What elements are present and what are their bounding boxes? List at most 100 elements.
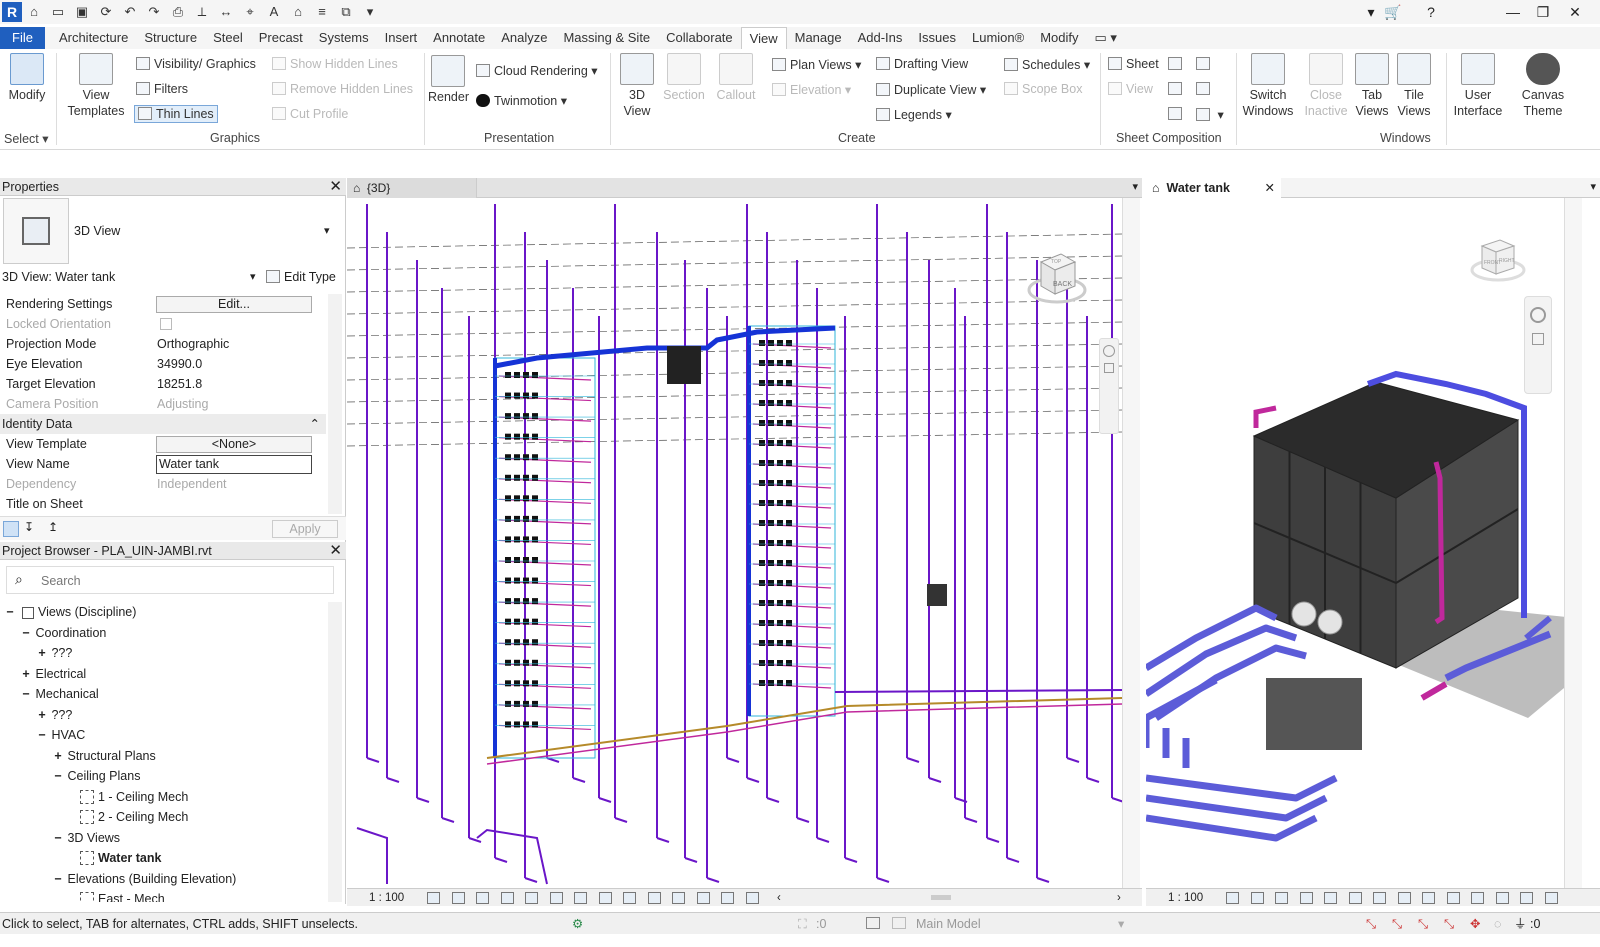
property-value[interactable]: 18251.8 [157,374,202,394]
identity-data-group[interactable]: Identity Data ⌃ [0,414,326,434]
callout-button[interactable]: Callout [714,53,758,103]
crop-view-icon[interactable] [1348,892,1362,904]
apply-button[interactable]: Apply [272,520,338,538]
tab-architecture[interactable]: Architecture [51,27,136,49]
expand-icon[interactable]: + [36,643,48,663]
analytical-model-icon[interactable] [1495,892,1509,904]
home-icon[interactable]: ⌂ [25,3,43,21]
view-templates-button[interactable]: View Templates [66,53,126,119]
analytical-model-icon[interactable] [696,892,710,904]
tree-item[interactable]: + Structural Plans [52,746,155,766]
property-value[interactable]: 34990.0 [157,354,202,374]
tab-annotate[interactable]: Annotate [425,27,493,49]
sync-icon[interactable]: ⟳ [97,3,115,21]
schedules-button[interactable]: Schedules ▾ [1004,57,1090,72]
switch-windows-button[interactable]: Switch Windows [1240,53,1296,119]
view-scrollbar-vertical[interactable] [1122,198,1140,888]
text-icon[interactable]: A [265,3,283,21]
properties-filter-icon[interactable] [3,521,19,537]
tree-item[interactable]: 1 - Ceiling Mech [68,787,188,807]
collapse-icon[interactable]: − [52,766,64,786]
browser-search-box[interactable]: ⌕ Search [6,566,334,594]
viewcube[interactable]: FRONT RIGHT [1468,234,1528,286]
show-crop-icon[interactable] [574,892,587,904]
reveal-hidden-icon[interactable] [647,892,661,904]
view-tab-water-tank[interactable]: ⌂ Water tank ✕ [1146,178,1281,198]
worksets-icon[interactable]: ⛶ [798,914,807,934]
worksharing-icon[interactable]: ⚙ [572,914,583,934]
render-icon[interactable] [525,892,538,904]
tree-item[interactable]: − Coordination [20,623,106,643]
tree-item[interactable]: Water tank [68,848,161,868]
design-options-icon[interactable] [866,917,880,929]
shadows-icon[interactable] [1299,892,1313,904]
rendering-settings-edit-button[interactable]: Edit... [156,296,312,313]
undo-icon[interactable]: ↶ [121,3,139,21]
elevation-button[interactable]: Elevation ▾ [772,82,851,97]
navigation-bar[interactable] [1524,296,1552,394]
reveal-hidden-icon[interactable] [1446,892,1460,904]
tree-item[interactable]: − Mechanical [20,684,98,704]
close-icon[interactable]: ✕ [329,178,342,196]
detail-level-icon[interactable] [1226,892,1239,904]
select-by-face-icon[interactable]: ⤡ [1444,914,1454,934]
contextual-tab-dropdown-icon[interactable]: ▭ ▾ [1087,27,1125,49]
tree-item[interactable]: + ??? [36,705,72,725]
tab-file[interactable]: File [0,27,45,49]
sort-descending-icon[interactable]: ↥ [48,520,58,534]
scroll-left-icon[interactable]: ‹ [777,889,781,907]
main-model-selector[interactable]: Main Model [916,914,981,934]
properties-scrollbar[interactable] [328,294,342,514]
water-tank-view-canvas[interactable]: FRONT RIGHT [1146,198,1582,888]
locked-orientation-checkbox[interactable] [160,318,172,330]
sheet-button[interactable]: Sheet [1108,57,1159,71]
steering-wheel-icon[interactable] [1530,307,1546,323]
view-scale[interactable]: 1 : 100 [1168,889,1203,907]
sun-path-icon[interactable] [1275,892,1288,904]
open-icon[interactable]: ▭ [49,3,67,21]
view-place-button[interactable]: View [1108,82,1153,96]
collapse-icon[interactable]: − [20,684,32,704]
duplicate-view-button[interactable]: Duplicate View ▾ [876,82,986,97]
drag-on-selection-icon[interactable]: ✥ [1470,914,1480,934]
scroll-right-icon[interactable]: › [1117,889,1121,907]
zoom-icon[interactable] [1532,333,1544,345]
visibility-graphics-button[interactable]: Visibility/ Graphics [136,57,256,71]
show-hidden-lines-button[interactable]: Show Hidden Lines [272,57,398,71]
collapse-icon[interactable]: − [36,725,48,745]
close-inactive-button[interactable]: Close Inactive [1304,53,1348,119]
tab-modify[interactable]: Modify [1032,27,1086,49]
instance-dropdown-icon[interactable]: ▾ [250,270,256,283]
view-scrollbar-vertical[interactable] [1564,198,1582,888]
tab-collaborate[interactable]: Collaborate [658,27,741,49]
user-interface-button[interactable]: User Interface [1450,53,1506,119]
search-input[interactable]: Search [41,574,81,588]
cloud-rendering-button[interactable]: Cloud Rendering ▾ [476,63,598,78]
view-tab-3d[interactable]: ⌂ {3D} [347,178,477,198]
tab-analyze[interactable]: Analyze [493,27,555,49]
tree-item[interactable]: − HVAC [36,725,85,745]
canvas-theme-button[interactable]: Canvas Theme [1518,53,1568,119]
tab-insert[interactable]: Insert [377,27,426,49]
print-icon[interactable]: ⎙ [169,3,187,21]
close-icon[interactable]: ✕ [329,542,342,560]
tree-item[interactable]: East - Mech [68,889,165,902]
highlight-displacement-icon[interactable] [1520,892,1533,904]
tab-views-button[interactable]: Tab Views [1352,53,1392,119]
visual-style-icon[interactable] [1250,892,1264,904]
tab-massing-site[interactable]: Massing & Site [555,27,658,49]
tree-item[interactable]: − 3D Views [52,828,120,848]
visual-style-icon[interactable] [451,892,465,904]
viewcube[interactable]: BACK TOP [1027,246,1087,306]
property-value[interactable]: Orthographic [157,334,229,354]
view-scale[interactable]: 1 : 100 [369,889,404,907]
qat-dropdown-icon[interactable]: ▾ [361,3,379,21]
steering-wheel-icon[interactable] [1103,345,1115,357]
measure-icon[interactable]: ⟂ [193,3,211,21]
revit-app-button[interactable]: R [2,2,22,22]
show-crop-icon[interactable] [1373,892,1386,904]
tree-item[interactable]: − Ceiling Plans [52,766,140,786]
filter-icon[interactable]: ⏚ [1514,914,1527,934]
scope-box-button[interactable]: Scope Box [1004,82,1082,96]
close-icon[interactable]: ✕ [1265,178,1275,198]
